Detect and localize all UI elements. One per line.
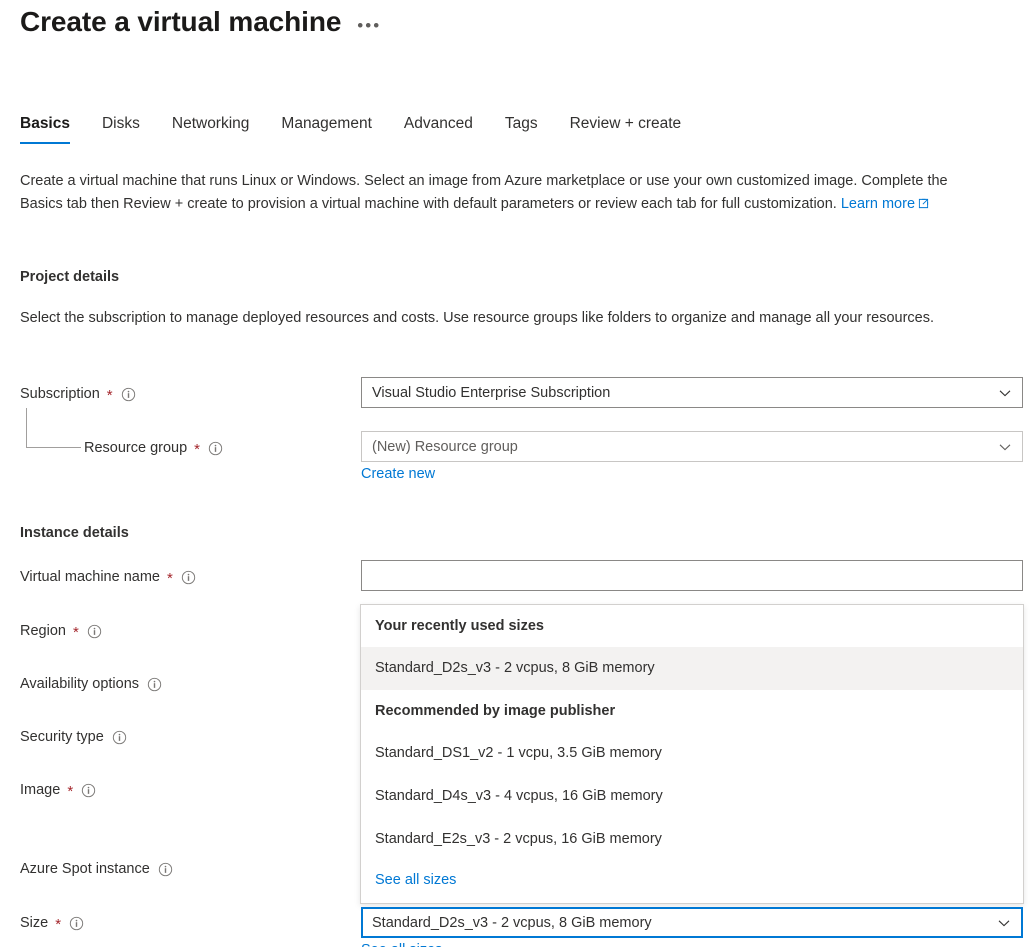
tab-tags[interactable]: Tags [505, 114, 556, 144]
more-options-icon[interactable]: ••• [357, 11, 381, 33]
tab-networking[interactable]: Networking [172, 114, 268, 144]
size-group-heading-recommended: Recommended by image publisher [361, 690, 1023, 732]
size-label: Size * [20, 913, 84, 933]
security-type-label-text: Security type [20, 727, 104, 747]
subscription-value: Visual Studio Enterprise Subscription [372, 385, 998, 401]
see-all-sizes-link-below[interactable]: See all sizes [361, 941, 442, 947]
page-header: Create a virtual machine ••• [20, 4, 381, 40]
size-option-d4s-v3[interactable]: Standard_D4s_v3 - 4 vcpus, 16 GiB memory [361, 775, 1023, 818]
resource-group-label-text: Resource group [84, 438, 187, 458]
instance-details-heading: Instance details [20, 525, 129, 541]
size-group-heading-recent: Your recently used sizes [361, 605, 1023, 647]
info-icon[interactable] [147, 677, 162, 692]
page-description-text: Create a virtual machine that runs Linux… [20, 173, 948, 212]
info-icon[interactable] [121, 387, 136, 402]
size-option-e2s-v3[interactable]: Standard_E2s_v3 - 2 vcpus, 16 GiB memory [361, 818, 1023, 861]
region-label-text: Region [20, 621, 66, 641]
tab-management[interactable]: Management [281, 114, 389, 144]
info-icon[interactable] [208, 441, 223, 456]
region-required-marker: * [73, 628, 79, 638]
vm-name-required-marker: * [167, 574, 173, 584]
size-label-text: Size [20, 913, 48, 933]
page-title: Create a virtual machine [20, 4, 341, 40]
project-details-heading: Project details [20, 269, 119, 285]
info-icon[interactable] [158, 862, 173, 877]
see-all-sizes-link[interactable]: See all sizes [375, 872, 456, 888]
create-vm-page: Create a virtual machine ••• Basics Disk… [0, 0, 1036, 947]
size-option-ds1-v2[interactable]: Standard_DS1_v2 - 1 vcpu, 3.5 GiB memory [361, 732, 1023, 775]
subscription-label: Subscription * [20, 384, 136, 404]
region-label: Region * [20, 621, 102, 641]
resource-group-required-marker: * [194, 445, 200, 455]
vm-name-label: Virtual machine name * [20, 567, 196, 587]
info-icon[interactable] [69, 916, 84, 931]
vm-name-label-text: Virtual machine name [20, 567, 160, 587]
project-details-description: Select the subscription to manage deploy… [20, 307, 1005, 330]
image-label: Image * [20, 780, 96, 800]
chevron-down-icon [998, 440, 1012, 454]
image-required-marker: * [67, 787, 73, 797]
page-description: Create a virtual machine that runs Linux… [20, 170, 988, 216]
info-icon[interactable] [181, 570, 196, 585]
size-option-d2s-v3-recent[interactable]: Standard_D2s_v3 - 2 vcpus, 8 GiB memory [361, 647, 1023, 690]
azure-spot-instance-label-text: Azure Spot instance [20, 859, 150, 879]
availability-options-label-text: Availability options [20, 674, 139, 694]
size-dropdown-flyout: Your recently used sizes Standard_D2s_v3… [360, 604, 1024, 904]
learn-more-link[interactable]: Learn more [841, 196, 915, 212]
image-label-text: Image [20, 780, 60, 800]
subscription-label-text: Subscription [20, 384, 100, 404]
resource-group-label: Resource group * [84, 438, 223, 458]
tab-review-create[interactable]: Review + create [570, 114, 700, 144]
tab-bar: Basics Disks Networking Management Advan… [20, 114, 713, 144]
tab-disks[interactable]: Disks [102, 114, 158, 144]
tab-basics[interactable]: Basics [20, 114, 88, 144]
chevron-down-icon [998, 386, 1012, 400]
subscription-dropdown[interactable]: Visual Studio Enterprise Subscription [361, 377, 1023, 408]
info-icon[interactable] [112, 730, 127, 745]
external-link-icon [918, 198, 929, 209]
azure-spot-instance-label: Azure Spot instance [20, 859, 173, 879]
vm-name-input[interactable] [361, 560, 1023, 591]
resource-group-value: (New) Resource group [372, 439, 998, 455]
info-icon[interactable] [81, 783, 96, 798]
size-required-marker: * [55, 920, 61, 930]
chevron-down-icon [997, 916, 1011, 930]
size-value: Standard_D2s_v3 - 2 vcpus, 8 GiB memory [372, 915, 997, 931]
info-icon[interactable] [87, 624, 102, 639]
availability-options-label: Availability options [20, 674, 162, 694]
resource-group-tree-connector [26, 408, 81, 448]
resource-group-dropdown[interactable]: (New) Resource group [361, 431, 1023, 462]
security-type-label: Security type [20, 727, 127, 747]
subscription-required-marker: * [107, 391, 113, 401]
size-dropdown[interactable]: Standard_D2s_v3 - 2 vcpus, 8 GiB memory [361, 907, 1023, 938]
create-new-resource-group-link[interactable]: Create new [361, 466, 435, 482]
see-all-sizes-row: See all sizes [361, 861, 1023, 903]
tab-advanced[interactable]: Advanced [404, 114, 491, 144]
